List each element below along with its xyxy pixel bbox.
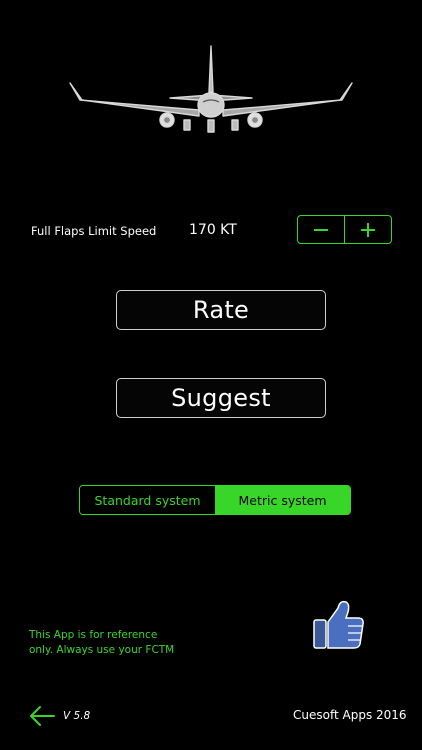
disclaimer-text: This App is for reference only. Always u… <box>29 628 229 658</box>
unit-system-toggle[interactable]: Standard system Metric system <box>79 485 351 515</box>
airplane-illustration <box>69 45 353 133</box>
rate-button[interactable]: Rate <box>116 290 326 330</box>
back-arrow-icon[interactable] <box>28 705 56 727</box>
disclaimer-line-1: This App is for reference <box>29 629 158 641</box>
metric-system-option[interactable]: Metric system <box>215 486 350 514</box>
speed-stepper[interactable] <box>297 215 392 244</box>
increase-speed-button[interactable] <box>344 216 391 243</box>
disclaimer-line-2: only. Always use your FCTM <box>29 644 175 656</box>
suggest-button[interactable]: Suggest <box>116 378 326 418</box>
plus-icon <box>361 222 375 237</box>
app-version: V 5.8 <box>63 710 91 722</box>
flaps-speed-value: 170 KT <box>189 222 237 238</box>
standard-system-option[interactable]: Standard system <box>80 486 215 514</box>
minus-icon <box>314 228 328 231</box>
decrease-speed-button[interactable] <box>298 216 344 243</box>
copyright-text: Cuesoft Apps 2016 <box>293 708 407 722</box>
thumbs-up-icon[interactable] <box>312 598 366 652</box>
flaps-speed-label: Full Flaps Limit Speed <box>31 224 157 238</box>
